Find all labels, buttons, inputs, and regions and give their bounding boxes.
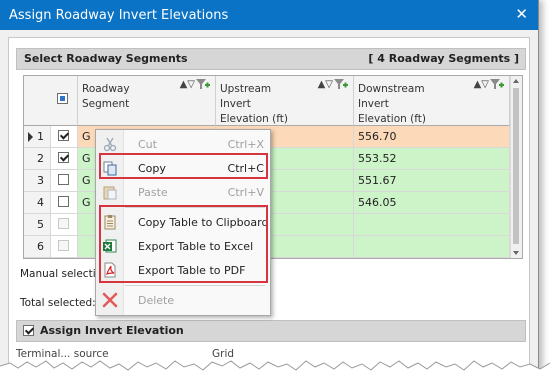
row-header[interactable]: 2 — [24, 148, 51, 170]
menu-item-shortcut: Ctrl+V — [227, 186, 264, 199]
filter-icon[interactable] — [333, 77, 349, 94]
segment-value: G — [82, 196, 91, 209]
grid-corner-header — [24, 76, 78, 126]
downstream-cell[interactable]: 546.05 — [354, 192, 510, 214]
menu-item-delete[interactable]: Delete — [96, 289, 270, 311]
menu-item-label: Delete — [138, 294, 175, 307]
downstream-cell[interactable]: 556.70 — [354, 126, 510, 148]
column-header-downstream-invert[interactable]: Downstream Invert Elevation (ft) ▲▽ — [354, 76, 510, 126]
downstream-value: 551.67 — [358, 174, 397, 187]
sort-icon[interactable]: ▲▽ — [474, 79, 489, 90]
sort-icon[interactable]: ▲▽ — [318, 79, 333, 90]
window-title: Assign Roadway Invert Elevations — [9, 8, 229, 23]
column-label: Roadway Segment — [82, 83, 130, 110]
row-header[interactable]: 3 — [24, 170, 51, 192]
row-checkbox[interactable] — [58, 130, 69, 141]
row-number: 1 — [37, 130, 44, 143]
current-row-icon — [28, 132, 33, 142]
select-cell[interactable] — [51, 126, 78, 148]
title-bar: Assign Roadway Invert Elevations ✕ — [0, 0, 538, 30]
total-selected-label: Total selected: — [20, 297, 96, 309]
filter-icon[interactable] — [489, 77, 505, 94]
segment-value: G — [82, 152, 91, 165]
menu-item-label: Cut — [138, 138, 157, 151]
downstream-cell[interactable] — [354, 236, 510, 258]
row-checkbox[interactable] — [58, 196, 69, 207]
row-number: 5 — [37, 218, 44, 231]
filter-icon[interactable] — [195, 77, 211, 94]
downstream-value: 553.52 — [358, 152, 397, 165]
row-checkbox[interactable] — [58, 174, 69, 185]
column-label: Downstream Invert Elevation (ft) — [358, 83, 426, 125]
menu-item-cut[interactable]: Cut Ctrl+X — [96, 133, 270, 155]
scroll-down-icon[interactable] — [513, 251, 519, 255]
column-label: Upstream Invert Elevation (ft) — [220, 83, 288, 125]
torn-edge — [0, 360, 550, 380]
export-highlight-box — [99, 205, 268, 283]
row-checkbox[interactable] — [58, 240, 69, 251]
select-cell[interactable] — [51, 148, 78, 170]
downstream-cell[interactable]: 553.52 — [354, 148, 510, 170]
segment-count: [ 4 Roadway Segments ] — [368, 52, 519, 65]
select-cell[interactable] — [51, 170, 78, 192]
row-header[interactable]: 1 — [24, 126, 51, 148]
assign-invert-header: Assign Invert Elevation — [16, 320, 526, 342]
row-header[interactable]: 6 — [24, 236, 51, 258]
menu-separator — [125, 285, 265, 286]
segment-value: G — [82, 130, 91, 143]
downstream-cell[interactable] — [354, 214, 510, 236]
row-checkbox[interactable] — [58, 152, 69, 163]
menu-item-label: Paste — [138, 186, 168, 199]
scroll-up-icon[interactable] — [513, 79, 519, 83]
row-header[interactable]: 5 — [24, 214, 51, 236]
row-number: 4 — [37, 196, 44, 209]
select-segments-header: Select Roadway Segments [ 4 Roadway Segm… — [16, 48, 526, 70]
row-number: 2 — [37, 152, 44, 165]
row-number: 3 — [37, 174, 44, 187]
select-cell[interactable] — [51, 214, 78, 236]
sort-icon[interactable]: ▲▽ — [180, 79, 195, 90]
paste-icon — [102, 184, 118, 200]
section-title: Select Roadway Segments — [24, 52, 188, 65]
vertical-scrollbar[interactable] — [510, 76, 522, 258]
row-header[interactable]: 4 — [24, 192, 51, 214]
close-icon[interactable]: ✕ — [515, 5, 528, 23]
select-all-checkbox[interactable] — [57, 93, 68, 104]
segment-value: G — [82, 174, 91, 187]
select-cell[interactable] — [51, 192, 78, 214]
downstream-cell[interactable]: 551.67 — [354, 170, 510, 192]
column-header-roadway-segment[interactable]: Roadway Segment ▲▽ — [78, 76, 216, 126]
select-cell[interactable] — [51, 236, 78, 258]
delete-x-icon — [102, 292, 118, 308]
downstream-value: 556.70 — [358, 130, 397, 143]
column-header-upstream-invert[interactable]: Upstream Invert Elevation (ft) ▲▽ — [216, 76, 354, 126]
row-checkbox[interactable] — [58, 218, 69, 229]
downstream-value: 546.05 — [358, 196, 397, 209]
scroll-thumb[interactable] — [513, 88, 519, 244]
scissors-icon — [102, 136, 118, 152]
copy-highlight-box — [99, 153, 268, 179]
assign-invert-label: Assign Invert Elevation — [40, 324, 184, 337]
menu-item-paste[interactable]: Paste Ctrl+V — [96, 181, 270, 203]
menu-item-shortcut: Ctrl+X — [227, 138, 264, 151]
assign-invert-checkbox[interactable] — [23, 325, 34, 336]
row-number: 6 — [37, 240, 44, 253]
